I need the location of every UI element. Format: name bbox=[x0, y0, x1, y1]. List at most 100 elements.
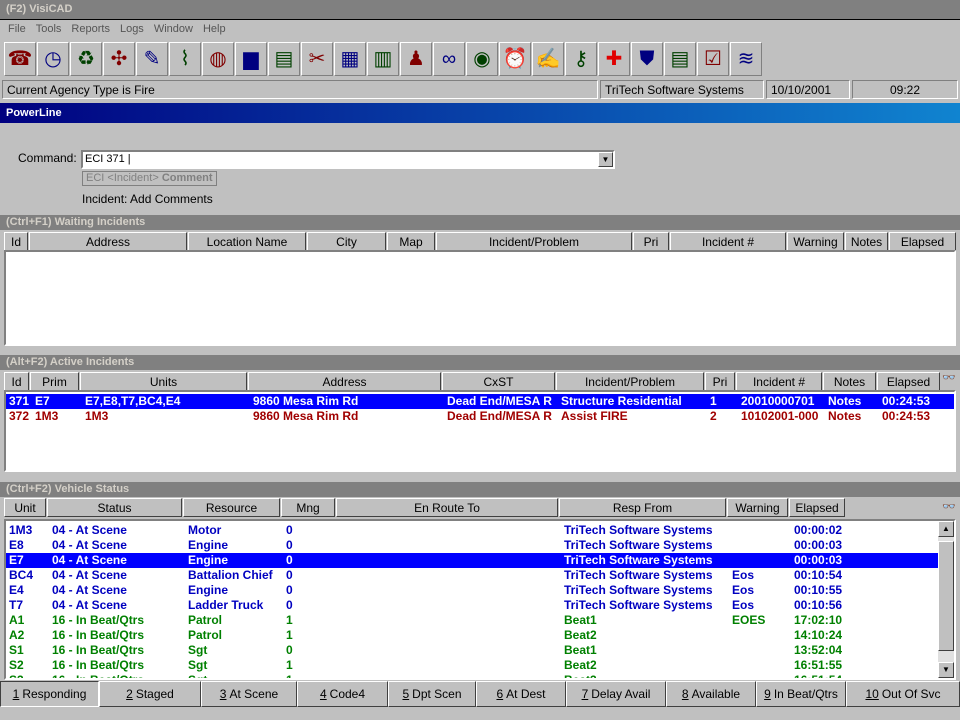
link-icon[interactable]: ∞ bbox=[433, 42, 465, 76]
table-row[interactable]: S1 16 - In Beat/Qtrs Sgt 0 Beat1 13:52:04 bbox=[6, 643, 940, 658]
active-col-cxst[interactable]: CxST bbox=[442, 372, 555, 391]
chart-icon[interactable]: ≋ bbox=[730, 42, 762, 76]
active-col-address[interactable]: Address bbox=[248, 372, 441, 391]
waiting-col-elapsed[interactable]: Elapsed bbox=[889, 232, 956, 251]
vehicle-col-mng[interactable]: Mng bbox=[281, 498, 335, 517]
waiting-col-map[interactable]: Map bbox=[387, 232, 435, 251]
people-icon[interactable]: ♟ bbox=[400, 42, 432, 76]
badge-icon[interactable]: ⛊ bbox=[631, 42, 663, 76]
status-button-staged[interactable]: 2 Staged bbox=[99, 681, 201, 707]
vehicle-status-grid[interactable]: S3 16 - In Beat/Qtrs Sgt 1 Beat3 16:51:54 S2 16… bbox=[4, 519, 956, 680]
radio-tower-icon[interactable]: ⌇ bbox=[169, 42, 201, 76]
waiting-col-warning[interactable]: Warning bbox=[787, 232, 844, 251]
cell-resp: Beat1 bbox=[564, 643, 597, 657]
alarm-icon[interactable]: ⏰ bbox=[499, 42, 531, 76]
menu-tools[interactable]: Tools bbox=[36, 23, 62, 37]
cell-resource: Motor bbox=[188, 523, 222, 537]
active-col-problem[interactable]: Incident/Problem bbox=[556, 372, 704, 391]
status-button-at-dest[interactable]: 6 At Dest bbox=[476, 681, 566, 707]
waiting-incidents-grid[interactable] bbox=[4, 250, 956, 346]
table-row[interactable]: BC4 04 - At Scene Battalion Chief 0 TriTech … bbox=[6, 568, 940, 583]
waiting-col-address[interactable]: Address bbox=[29, 232, 187, 251]
table-row[interactable]: S3 16 - In Beat/Qtrs Sgt 1 Beat3 16:51:54 bbox=[6, 673, 940, 680]
vehicle-col-resource[interactable]: Resource bbox=[183, 498, 280, 517]
vehicle-col-resp[interactable]: Resp From bbox=[559, 498, 726, 517]
table-row[interactable]: A1 16 - In Beat/Qtrs Patrol 1 Beat1 EOES 17:02… bbox=[6, 613, 940, 628]
binoculars-icon[interactable]: 👓 bbox=[941, 371, 957, 390]
chevron-down-icon[interactable]: ▼ bbox=[598, 152, 613, 167]
scroll-down-icon[interactable]: ▼ bbox=[938, 662, 954, 678]
table-row[interactable]: T7 04 - At Scene Ladder Truck 0 TriTech Soft… bbox=[6, 598, 940, 613]
agency-status: Current Agency Type is Fire bbox=[2, 80, 598, 99]
dispatch-icon[interactable]: ☎ bbox=[4, 42, 36, 76]
vehicle-col-enroute[interactable]: En Route To bbox=[336, 498, 558, 517]
globe-icon[interactable]: ◍ bbox=[202, 42, 234, 76]
table-row[interactable]: 372 1M3 1M3 9860 Mesa Rim Rd Dead End/MESA R… bbox=[6, 409, 954, 424]
table-row[interactable]: A2 16 - In Beat/Qtrs Patrol 1 Beat2 14:10:24 bbox=[6, 628, 940, 643]
active-col-notes[interactable]: Notes bbox=[823, 372, 876, 391]
command-combobox[interactable]: ECI 371 | ▼ bbox=[81, 150, 615, 169]
menu-file[interactable]: File bbox=[8, 23, 26, 37]
status-button-in-beat-qtrs[interactable]: 9 In Beat/Qtrs bbox=[756, 681, 846, 707]
table-row[interactable]: E4 04 - At Scene Engine 0 TriTech Software S… bbox=[6, 583, 940, 598]
command-hint: ECI <Incident> Comment bbox=[82, 171, 217, 186]
fire-truck-icon[interactable]: ▆ bbox=[235, 42, 267, 76]
table-row[interactable]: 1M3 04 - At Scene Motor 0 TriTech Software S… bbox=[6, 523, 940, 538]
active-col-id[interactable]: Id bbox=[4, 372, 29, 391]
menu-logs[interactable]: Logs bbox=[120, 23, 144, 37]
waiting-col-problem[interactable]: Incident/Problem bbox=[436, 232, 632, 251]
trash-icon[interactable]: ♻ bbox=[70, 42, 102, 76]
vehicle-col-unit[interactable]: Unit bbox=[4, 498, 46, 517]
waiting-col-location[interactable]: Location Name bbox=[188, 232, 306, 251]
vehicle-col-status[interactable]: Status bbox=[47, 498, 182, 517]
status-button-out-of-svc[interactable]: 10 Out Of Svc bbox=[846, 681, 960, 707]
clock-icon[interactable]: ◷ bbox=[37, 42, 69, 76]
table-row[interactable]: 371 E7 E7,E8,T7,BC4,E4 9860 Mesa Rim Rd Dead… bbox=[6, 394, 954, 409]
menu-window[interactable]: Window bbox=[154, 23, 193, 37]
status-button-dpt-scen[interactable]: 5 Dpt Scen bbox=[388, 681, 476, 707]
document-icon[interactable]: ▦ bbox=[334, 42, 366, 76]
status-button-responding[interactable]: 1 Responding bbox=[0, 681, 99, 707]
folder-icon[interactable]: ▤ bbox=[268, 42, 300, 76]
command-input[interactable]: ECI 371 | bbox=[85, 153, 131, 165]
table-row[interactable]: E8 04 - At Scene Engine 0 TriTech Software S… bbox=[6, 538, 940, 553]
status-button-at-scene[interactable]: 3 At Scene bbox=[201, 681, 297, 707]
edit-icon[interactable]: ✍ bbox=[532, 42, 564, 76]
cell-elapsed: 00:00:03 bbox=[794, 553, 843, 567]
active-col-prim[interactable]: Prim bbox=[30, 372, 79, 391]
waiting-col-id[interactable]: Id bbox=[4, 232, 28, 251]
eye-icon[interactable]: ◉ bbox=[466, 42, 498, 76]
status-button-code4[interactable]: 4 Code4 bbox=[297, 681, 388, 707]
vehicle-col-warning[interactable]: Warning bbox=[727, 498, 788, 517]
cell-resource: Sgt bbox=[188, 673, 208, 680]
waiting-col-city[interactable]: City bbox=[307, 232, 386, 251]
waiting-col-pri[interactable]: Pri bbox=[633, 232, 669, 251]
book-icon[interactable]: ▥ bbox=[367, 42, 399, 76]
menu-reports[interactable]: Reports bbox=[71, 23, 110, 37]
highlighter-icon[interactable]: ✎ bbox=[136, 42, 168, 76]
checklist-icon[interactable]: ☑ bbox=[697, 42, 729, 76]
waiting-col-notes[interactable]: Notes bbox=[845, 232, 888, 251]
table-row[interactable]: E7 04 - At Scene Engine 0 TriTech Software S… bbox=[6, 553, 940, 568]
table-row[interactable]: S2 16 - In Beat/Qtrs Sgt 1 Beat2 16:51:55 bbox=[6, 658, 940, 673]
vehicle-col-elapsed[interactable]: Elapsed bbox=[789, 498, 845, 517]
scroll-up-icon[interactable]: ▲ bbox=[938, 521, 954, 537]
list-icon[interactable]: ▤ bbox=[664, 42, 696, 76]
active-col-units[interactable]: Units bbox=[80, 372, 247, 391]
cell-elapsed: 00:00:02 bbox=[794, 523, 843, 537]
medical-cross-icon[interactable]: ✚ bbox=[598, 42, 630, 76]
waiting-col-incnum[interactable]: Incident # bbox=[670, 232, 786, 251]
status-button-available[interactable]: 8 Available bbox=[666, 681, 756, 707]
menu-help[interactable]: Help bbox=[203, 23, 226, 37]
vertical-scrollbar[interactable]: ▲ ▼ bbox=[938, 521, 954, 678]
key-icon[interactable]: ⚷ bbox=[565, 42, 597, 76]
active-col-pri[interactable]: Pri bbox=[705, 372, 735, 391]
scroll-thumb[interactable] bbox=[938, 541, 954, 651]
active-col-elapsed[interactable]: Elapsed bbox=[877, 372, 940, 391]
status-button-delay-avail[interactable]: 7 Delay Avail bbox=[566, 681, 666, 707]
network-icon[interactable]: ✣ bbox=[103, 42, 135, 76]
tools-icon[interactable]: ✂ bbox=[301, 42, 333, 76]
active-incidents-grid[interactable]: 371 E7 E7,E8,T7,BC4,E4 9860 Mesa Rim Rd Dead… bbox=[4, 390, 956, 472]
active-col-incnum[interactable]: Incident # bbox=[736, 372, 822, 391]
binoculars-icon[interactable]: 👓 bbox=[941, 500, 957, 516]
